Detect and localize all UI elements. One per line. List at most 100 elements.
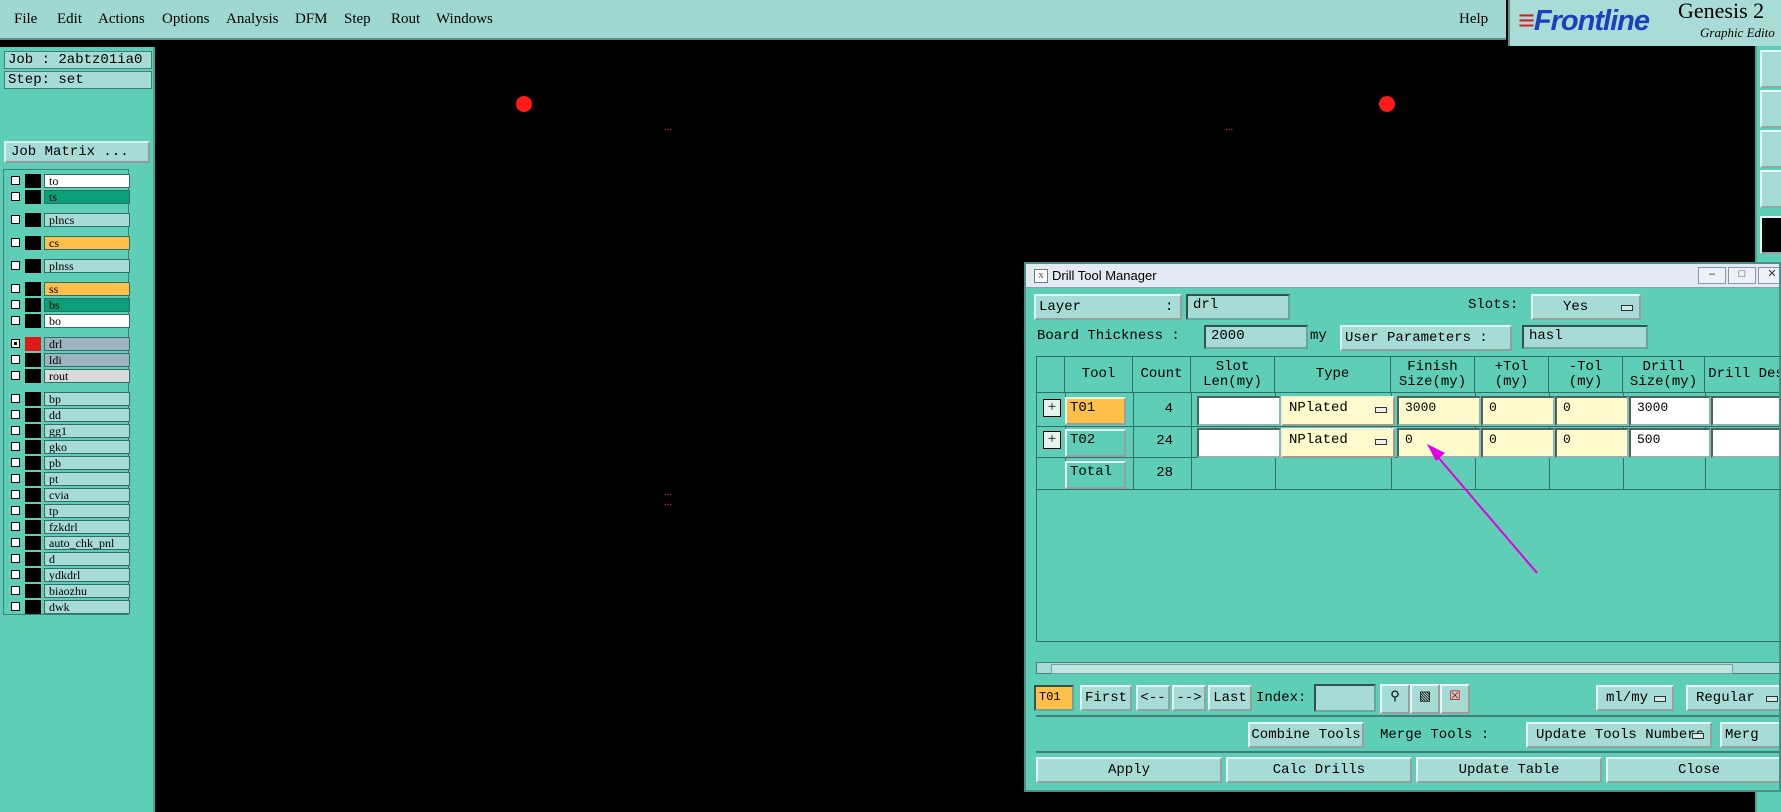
layer-color-swatch[interactable] [25, 536, 41, 550]
layer-row[interactable]: ts [8, 190, 130, 204]
layer-color-swatch[interactable] [25, 568, 41, 582]
layer-checkbox[interactable] [11, 394, 20, 403]
layer-name[interactable]: dwk [44, 600, 130, 614]
layer-color-swatch[interactable] [25, 504, 41, 518]
menu-analysis[interactable]: Analysis [226, 11, 279, 28]
user-parameters-field[interactable]: hasl [1522, 325, 1648, 349]
drill-des-input[interactable] [1711, 396, 1779, 426]
layer-name[interactable]: cvia [44, 488, 130, 502]
close-button[interactable]: Close [1606, 757, 1779, 783]
layer-color-swatch[interactable] [25, 408, 41, 422]
layer-checkbox[interactable] [11, 410, 20, 419]
menu-help[interactable]: Help [1459, 11, 1488, 28]
expand-icon[interactable]: + [1043, 399, 1061, 417]
layer-color-swatch[interactable] [25, 600, 41, 614]
grid-icon[interactable]: ▧ [1410, 684, 1440, 714]
update-table-button[interactable]: Update Table [1416, 757, 1602, 783]
tool-button-t01[interactable]: T01 [1065, 397, 1126, 425]
units-select[interactable]: ml/my [1596, 685, 1674, 711]
dialog-titlebar[interactable]: x Drill Tool Manager – □ ✕ [1026, 264, 1779, 288]
plus-tol-input[interactable]: 0 [1481, 396, 1555, 426]
layer-name[interactable]: gg1 [44, 424, 130, 438]
menu-dfm[interactable]: DFM [295, 11, 328, 28]
layer-color-swatch[interactable] [25, 282, 41, 296]
layer-checkbox[interactable] [11, 192, 20, 201]
mode-select[interactable]: Regular [1686, 685, 1779, 711]
update-tools-numbers-select[interactable]: Update Tools Numbers [1526, 722, 1712, 748]
layer-row[interactable]: ydkdrl [8, 568, 130, 582]
layer-name[interactable]: d [44, 552, 130, 566]
layer-row[interactable]: gg1 [8, 424, 130, 438]
layer-color-swatch[interactable] [25, 472, 41, 486]
layer-name[interactable]: ts [44, 190, 130, 204]
layer-row[interactable]: pb [8, 456, 130, 470]
layer-checkbox[interactable] [11, 316, 20, 325]
plus-tol-input[interactable]: 0 [1481, 428, 1555, 458]
layer-color-swatch[interactable] [25, 174, 41, 188]
layer-row[interactable]: pt [8, 472, 130, 486]
menu-options[interactable]: Options [162, 11, 210, 28]
calc-drills-button[interactable]: Calc Drills [1226, 757, 1412, 783]
combine-tools-button[interactable]: Combine Tools [1248, 722, 1364, 748]
tool-button[interactable] [1760, 50, 1781, 88]
slot-len-input[interactable] [1197, 396, 1281, 426]
layer-checkbox[interactable] [11, 371, 20, 380]
layer-row[interactable]: tp [8, 504, 130, 518]
next-button[interactable]: --> [1172, 685, 1206, 711]
drill-size-input[interactable]: 500 [1629, 428, 1711, 458]
layer-checkbox[interactable] [11, 284, 20, 293]
layer-color-swatch[interactable] [25, 488, 41, 502]
layer-color-swatch[interactable] [25, 337, 41, 351]
current-tool-field[interactable]: T01 [1034, 685, 1074, 711]
layer-name[interactable]: bs [44, 298, 130, 312]
menu-rout[interactable]: Rout [391, 11, 420, 28]
layer-checkbox[interactable] [11, 300, 20, 309]
layer-row[interactable]: dwk [8, 600, 130, 614]
tool-button[interactable] [1760, 130, 1781, 168]
layer-checkbox[interactable] [11, 490, 20, 499]
tool-button[interactable] [1760, 90, 1781, 128]
layer-color-swatch[interactable] [25, 259, 41, 273]
layer-row[interactable]: to [8, 174, 130, 188]
layer-row[interactable]: ldi [8, 353, 130, 367]
job-matrix-button[interactable]: Job Matrix ... [4, 141, 150, 163]
finish-size-input[interactable]: 3000 [1397, 396, 1481, 426]
layer-row[interactable]: drl [8, 337, 130, 351]
tool-button[interactable] [1760, 216, 1781, 254]
minus-tol-input[interactable]: 0 [1555, 396, 1629, 426]
tool-button[interactable] [1760, 170, 1781, 208]
layer-color-swatch[interactable] [25, 369, 41, 383]
layer-color-swatch[interactable] [25, 314, 41, 328]
layer-color-swatch[interactable] [25, 440, 41, 454]
last-button[interactable]: Last [1208, 685, 1252, 711]
layer-color-swatch[interactable] [25, 552, 41, 566]
user-parameters-button[interactable]: User Parameters : [1340, 325, 1512, 351]
layer-checkbox[interactable] [11, 570, 20, 579]
layer-color-swatch[interactable] [25, 353, 41, 367]
layer-name[interactable]: bo [44, 314, 130, 328]
drill-des-input[interactable] [1711, 428, 1779, 458]
layer-checkbox[interactable] [11, 442, 20, 451]
layer-color-swatch[interactable] [25, 584, 41, 598]
merge-button[interactable]: Merg [1720, 722, 1779, 748]
board-thickness-field[interactable]: 2000 [1204, 325, 1308, 349]
menu-step[interactable]: Step [344, 11, 371, 28]
layer-checkbox[interactable] [11, 215, 20, 224]
layer-row[interactable]: auto_chk_pnl [8, 536, 130, 550]
layer-name[interactable]: biaozhu [44, 584, 130, 598]
layer-checkbox[interactable] [11, 602, 20, 611]
layer-row[interactable]: bo [8, 314, 130, 328]
layer-name[interactable]: gko [44, 440, 130, 454]
layer-row[interactable]: bs [8, 298, 130, 312]
apply-button[interactable]: Apply [1036, 757, 1222, 783]
menu-edit[interactable]: Edit [57, 11, 82, 28]
layer-row[interactable]: dd [8, 408, 130, 422]
layer-color-swatch[interactable] [25, 213, 41, 227]
drill-size-input[interactable]: 3000 [1629, 396, 1711, 426]
minus-tol-input[interactable]: 0 [1555, 428, 1629, 458]
layer-name[interactable]: tp [44, 504, 130, 518]
layer-color-swatch[interactable] [25, 190, 41, 204]
layer-checkbox[interactable] [11, 538, 20, 547]
layer-checkbox[interactable] [11, 474, 20, 483]
layer-name[interactable]: ydkdrl [44, 568, 130, 582]
